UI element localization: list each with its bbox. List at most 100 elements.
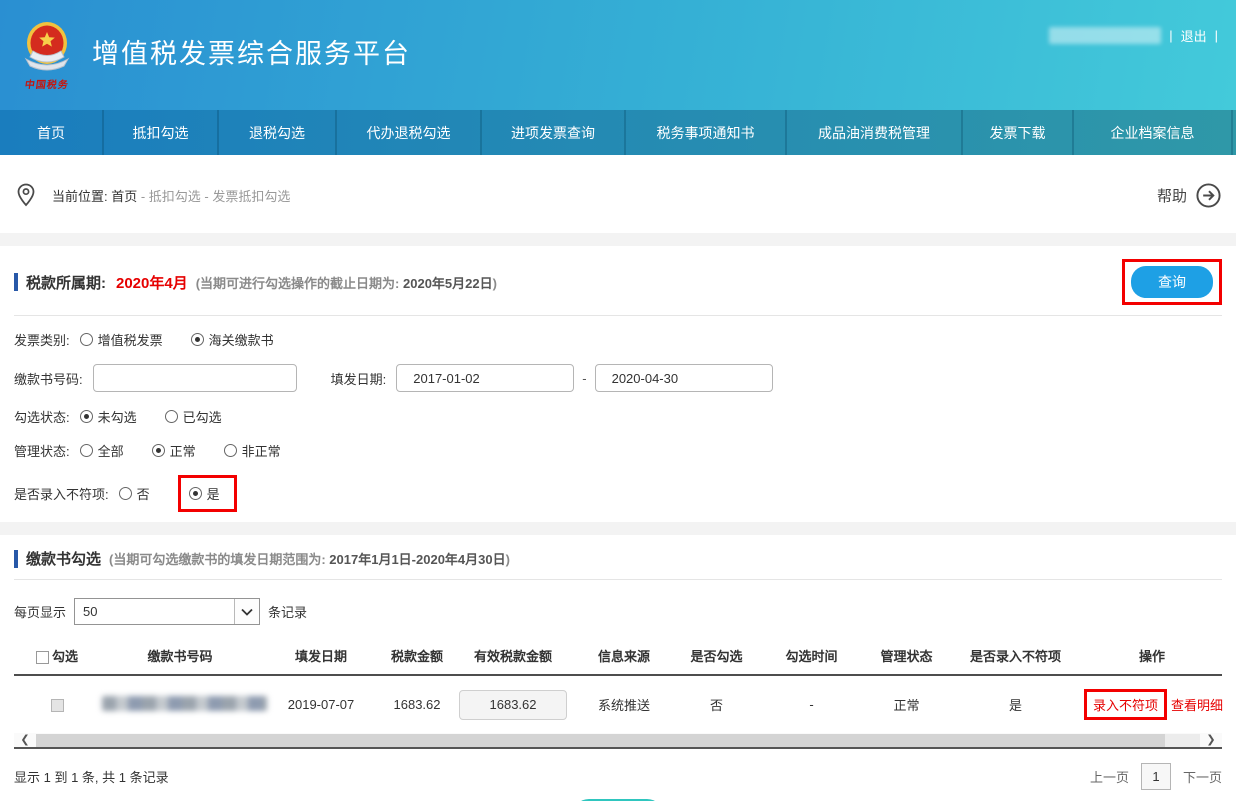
radio-label: 是 (207, 484, 220, 503)
prev-page-button[interactable]: 上一页 (1090, 767, 1129, 786)
chevron-down-icon[interactable] (234, 599, 259, 624)
select-all-checkbox[interactable] (36, 651, 49, 664)
next-page-button[interactable]: 下一页 (1183, 767, 1222, 786)
radio-mismatch-no[interactable]: 否 (119, 484, 150, 503)
breadcrumb-trail[interactable]: - 抵扣勾选 - 发票抵扣勾选 (137, 189, 290, 204)
radio-label: 已勾选 (183, 407, 222, 426)
note-suffix: ) (506, 552, 510, 567)
nav-tab-agency-refund-check[interactable]: 代办退税勾选 (337, 110, 482, 155)
mismatch-yes-annotation-box: 是 (178, 475, 237, 512)
radio-normal[interactable]: 正常 (152, 441, 196, 460)
nav-tab-refined-oil-tax[interactable]: 成品油消费税管理 (787, 110, 963, 155)
radio-icon-selected[interactable] (191, 333, 204, 346)
scrollbar-track[interactable] (36, 734, 1200, 747)
main-nav: 首页 抵扣勾选 退税勾选 代办退税勾选 进项发票查询 税务事项通知书 成品油消费… (0, 110, 1236, 155)
help-button[interactable]: 帮助 (1157, 182, 1222, 209)
radio-icon[interactable] (119, 487, 132, 500)
radio-icon[interactable] (224, 444, 237, 457)
row-checkbox[interactable] (51, 699, 64, 712)
map-pin-icon (14, 182, 38, 208)
table-header-row: 勾选 缴款书号码 填发日期 税款金额 有效税款金额 信息来源 是否勾选 勾选时间… (14, 639, 1222, 675)
table-footer: 显示 1 到 1 条, 共 1 条记录 上一页 1 下一页 (14, 763, 1222, 790)
mismatch-row: 是否录入不符项: 否 是 (14, 475, 1222, 512)
scroll-right-icon[interactable]: ❯ (1200, 733, 1222, 747)
nav-tab-home[interactable]: 首页 (0, 110, 104, 155)
issue-date-label: 填发日期: (331, 369, 387, 388)
col-is-checked: 是否勾选 (674, 639, 759, 675)
payment-check-section-header: 缴款书勾选 (当期可勾选缴款书的填发日期范围为: 2017年1月1日-2020年… (14, 535, 1222, 580)
pagination: 上一页 1 下一页 (1090, 763, 1222, 790)
table-row: 2019-07-07 1683.62 系统推送 否 - 正常 是 录入不符项查看… (14, 675, 1222, 733)
app-header: 中国税务 增值税发票综合服务平台 | 退出 | (0, 0, 1236, 110)
section-divider (0, 233, 1236, 246)
radio-icon-selected[interactable] (189, 487, 202, 500)
page-title: 增值税发票综合服务平台 (92, 32, 411, 71)
radio-icon[interactable] (80, 444, 93, 457)
period-section-header: 税款所属期: 2020年4月 (当期可进行勾选操作的截止日期为: 2020年5月… (14, 246, 1222, 316)
enter-mismatch-annotation-box: 录入不符项 (1084, 689, 1167, 720)
scroll-left-icon[interactable]: ❮ (14, 733, 36, 747)
view-detail-link[interactable]: 查看明细 (1171, 698, 1223, 713)
radio-icon-selected[interactable] (80, 410, 93, 423)
current-page-box[interactable]: 1 (1141, 763, 1171, 790)
enter-mismatch-link[interactable]: 录入不符项 (1093, 695, 1158, 714)
col-mismatch: 是否录入不符项 (949, 639, 1082, 675)
user-area: | 退出 | (1049, 26, 1218, 45)
date-range-dash: - (582, 371, 586, 386)
pipe-divider: | (1169, 28, 1172, 43)
logout-link[interactable]: 退出 (1181, 26, 1207, 45)
nav-tab-deduction-check[interactable]: 抵扣勾选 (104, 110, 219, 155)
radio-mismatch-yes[interactable]: 是 (189, 484, 220, 503)
section-divider (0, 522, 1236, 535)
radio-icon[interactable] (80, 333, 93, 346)
section-accent-bar (14, 273, 18, 291)
radio-customs-payment[interactable]: 海关缴款书 (191, 330, 274, 349)
horizontal-scrollbar: ❮ ❯ (14, 733, 1222, 749)
col-tax-amount: 税款金额 (382, 639, 452, 675)
radio-label: 全部 (98, 441, 124, 460)
nav-tab-refund-check[interactable]: 退税勾选 (219, 110, 337, 155)
note-prefix: (当期可勾选缴款书的填发日期范围为: (109, 552, 329, 567)
page-size-value: 50 (83, 604, 97, 619)
radio-unchecked[interactable]: 未勾选 (80, 407, 137, 426)
page-size-select[interactable]: 50 (74, 598, 260, 625)
col-actions: 操作 (1082, 639, 1222, 675)
effective-tax-amount-input[interactable] (459, 690, 567, 720)
payment-no-redacted (102, 696, 267, 711)
nav-tab-input-invoice-query[interactable]: 进项发票查询 (482, 110, 626, 155)
issue-date-from-input[interactable] (396, 364, 574, 392)
mismatch-label: 是否录入不符项: (14, 484, 109, 503)
breadcrumb-row: 当前位置: 首页 - 抵扣勾选 - 发票抵扣勾选 帮助 (14, 179, 1222, 211)
radio-icon[interactable] (165, 410, 178, 423)
scrollbar-thumb[interactable] (36, 734, 1165, 747)
radio-label: 未勾选 (98, 407, 137, 426)
invoice-type-label: 发票类别: (14, 330, 70, 349)
payment-no-input[interactable] (93, 364, 297, 392)
radio-label: 正常 (170, 441, 196, 460)
radio-vat-invoice[interactable]: 增值税发票 (80, 330, 163, 349)
filter-form: 发票类别: 增值税发票 海关缴款书 缴款书号码: 填发日期: - 勾选状态: 未… (14, 316, 1222, 512)
payment-no-row: 缴款书号码: 填发日期: - (14, 364, 1222, 392)
breadcrumb-current: 当前位置: 首页 (52, 189, 137, 204)
radio-all[interactable]: 全部 (80, 441, 124, 460)
manage-status-row: 管理状态: 全部 正常 非正常 (14, 441, 1222, 460)
query-button[interactable]: 查询 (1131, 266, 1213, 298)
radio-icon-selected[interactable] (152, 444, 165, 457)
period-note: (当期可进行勾选操作的截止日期为: 2020年5月22日) (196, 273, 497, 292)
col-payment-no: 缴款书号码 (100, 639, 260, 675)
tax-bureau-logo: 中国税务 (14, 19, 80, 91)
logo-caption: 中国税务 (24, 76, 70, 91)
cell-is-checked: 否 (674, 675, 759, 733)
radio-label: 否 (137, 484, 150, 503)
issue-date-to-input[interactable] (595, 364, 773, 392)
radio-checked[interactable]: 已勾选 (165, 407, 222, 426)
breadcrumb: 当前位置: 首页 - 抵扣勾选 - 发票抵扣勾选 (52, 186, 290, 205)
query-annotation-box: 查询 (1122, 259, 1222, 305)
section-accent-bar (14, 550, 18, 568)
nav-tab-invoice-download[interactable]: 发票下载 (963, 110, 1074, 155)
arrow-right-circle-icon (1195, 182, 1222, 209)
period-label: 税款所属期: (26, 272, 106, 293)
nav-tab-enterprise-archive[interactable]: 企业档案信息 (1074, 110, 1233, 155)
radio-abnormal[interactable]: 非正常 (224, 441, 281, 460)
nav-tab-tax-notice[interactable]: 税务事项通知书 (626, 110, 787, 155)
